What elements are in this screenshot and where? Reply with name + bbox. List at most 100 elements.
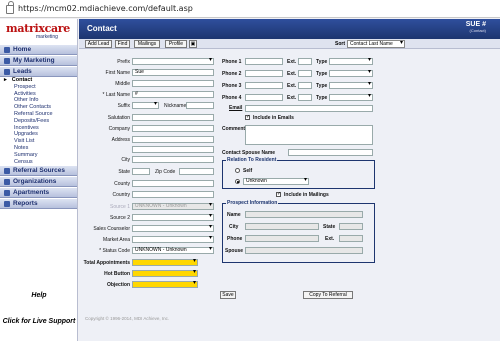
relation-other-radio[interactable] <box>235 179 240 184</box>
sort-select[interactable]: Contact Last Name <box>347 40 405 48</box>
type1-select[interactable] <box>329 58 373 65</box>
sidebar-item-other-contacts[interactable]: Other Contacts <box>0 104 77 111</box>
nav-leads[interactable]: Leads <box>0 66 77 77</box>
nav-organizations[interactable]: Organizations <box>0 176 77 188</box>
phone2-field[interactable] <box>245 70 283 77</box>
copy-to-referral-button[interactable]: Copy To Referral <box>303 291 353 299</box>
prefix-select[interactable] <box>132 58 214 65</box>
nickname-field[interactable] <box>186 102 214 109</box>
mailings-button[interactable]: Mailings <box>134 40 160 48</box>
type1-label: Type <box>316 59 328 65</box>
status-code-select[interactable]: UNKNOWN - Unknown <box>132 247 214 254</box>
prospect-city-field[interactable] <box>245 223 319 230</box>
address-line2-field[interactable] <box>132 146 214 153</box>
ext4-field[interactable] <box>298 94 312 101</box>
sidebar-item-contact[interactable]: Contact <box>0 77 77 84</box>
market-area-select[interactable] <box>132 236 214 243</box>
middle-field[interactable] <box>132 80 214 87</box>
relation-select[interactable]: Unknown <box>243 178 309 185</box>
phone1-field[interactable] <box>245 58 283 65</box>
prefix-label: Prefix <box>117 59 130 65</box>
print-icon[interactable]: ▣ <box>189 40 197 48</box>
include-mailings-label: Include in Mailings <box>284 192 329 198</box>
add-lead-button[interactable]: Add Lead <box>85 40 112 48</box>
sidebar-item-referral-source[interactable]: Referral Source <box>0 111 77 118</box>
nav-referral-sources[interactable]: Referral Sources <box>0 165 77 177</box>
sidebar-item-census[interactable]: Census <box>0 159 77 166</box>
sidebar-item-summary[interactable]: Summary <box>0 152 77 159</box>
sidebar-item-incentives[interactable]: Incentives <box>0 125 77 132</box>
last-name-field[interactable]: # <box>132 91 214 98</box>
phone3-field[interactable] <box>245 82 283 89</box>
prospect-phone-field[interactable] <box>245 235 319 242</box>
type3-select[interactable] <box>329 82 373 89</box>
suffix-select[interactable] <box>132 102 159 109</box>
ext1-field[interactable] <box>298 58 312 65</box>
ext2-field[interactable] <box>298 70 312 77</box>
spouse-name-field[interactable] <box>288 149 373 156</box>
total-appointments-label: Total Appointments <box>83 260 130 266</box>
page-title: Contact <box>87 24 117 33</box>
prospect-group-title: Prospect Information <box>226 200 279 206</box>
ext3-field[interactable] <box>298 82 312 89</box>
sidebar-item-visit-list[interactable]: Visit List <box>0 138 77 145</box>
sidebar-item-upgrades[interactable]: Upgrades <box>0 131 77 138</box>
find-button[interactable]: Find <box>115 40 130 48</box>
objection-select[interactable] <box>132 281 198 288</box>
zip-label: Zip Code <box>155 169 176 175</box>
sidebar-item-other-info[interactable]: Other Info <box>0 97 77 104</box>
comment-label: Comment <box>222 126 246 132</box>
browser-address-bar[interactable]: https://mcm02.mdiachieve.com/default.asp <box>0 0 500 18</box>
save-button[interactable]: Save <box>220 291 236 299</box>
source2-select[interactable] <box>132 214 214 221</box>
prospect-name-field[interactable] <box>245 211 363 218</box>
source1-select[interactable]: UNKNOWN - Unknown <box>132 203 214 210</box>
include-mailings-checkbox[interactable] <box>276 191 281 197</box>
prospect-phone-label: Phone <box>227 236 243 242</box>
profile-button[interactable]: Profile <box>165 40 187 48</box>
type4-select[interactable] <box>329 94 373 101</box>
salutation-field[interactable] <box>132 114 214 121</box>
sidebar-item-deposits-fees[interactable]: Deposits/Fees <box>0 118 77 125</box>
type3-label: Type <box>316 83 328 89</box>
county-field[interactable] <box>132 180 214 187</box>
market-area-label: Market Area <box>103 237 130 243</box>
total-appointments-select[interactable] <box>132 259 198 266</box>
country-field[interactable] <box>132 191 214 198</box>
first-name-field[interactable]: Sue <box>132 69 214 76</box>
sidebar-item-notes[interactable]: Notes <box>0 145 77 152</box>
self-radio[interactable] <box>235 168 240 173</box>
live-support-link[interactable]: Click for Live Support <box>0 318 78 325</box>
help-link[interactable]: Help <box>0 292 78 299</box>
prospect-spouse-field[interactable] <box>245 247 363 254</box>
marketing-icon <box>4 57 10 64</box>
current-lead: SUE # (Contact) <box>465 21 486 33</box>
nav-reports[interactable]: Reports <box>0 198 77 210</box>
sort-label: Sort <box>335 41 345 47</box>
prospect-name-label: Name <box>227 212 241 218</box>
prospect-state-field[interactable] <box>339 223 363 230</box>
type2-select[interactable] <box>329 70 373 77</box>
toolbar: Add Lead Find Mailings Profile ▣ Sort Co… <box>79 39 500 49</box>
objection-label: Objection <box>106 282 130 288</box>
sales-counselor-select[interactable] <box>132 225 214 232</box>
state-field[interactable] <box>132 168 150 175</box>
logo: matrixcare marketing <box>0 19 77 44</box>
url-text[interactable]: https://mcm02.mdiachieve.com/default.asp <box>18 4 193 13</box>
email-field[interactable] <box>245 105 373 112</box>
nav-apartments[interactable]: Apartments <box>0 187 77 199</box>
address-line1-field[interactable] <box>132 136 214 143</box>
nav-my-marketing[interactable]: My Marketing <box>0 55 77 66</box>
zip-field[interactable] <box>179 168 214 175</box>
city-field[interactable] <box>132 156 214 163</box>
email-label: Email <box>229 105 243 111</box>
comment-textarea[interactable] <box>245 125 373 145</box>
company-field[interactable] <box>132 125 214 132</box>
phone4-field[interactable] <box>245 94 283 101</box>
sidebar-item-activities[interactable]: Activities <box>0 91 77 98</box>
nav-home[interactable]: Home <box>0 44 77 55</box>
prospect-ext-field[interactable] <box>339 235 363 242</box>
include-emails-checkbox[interactable] <box>245 114 250 120</box>
sidebar-item-prospect[interactable]: Prospect <box>0 84 77 91</box>
hot-button-select[interactable] <box>132 270 198 277</box>
